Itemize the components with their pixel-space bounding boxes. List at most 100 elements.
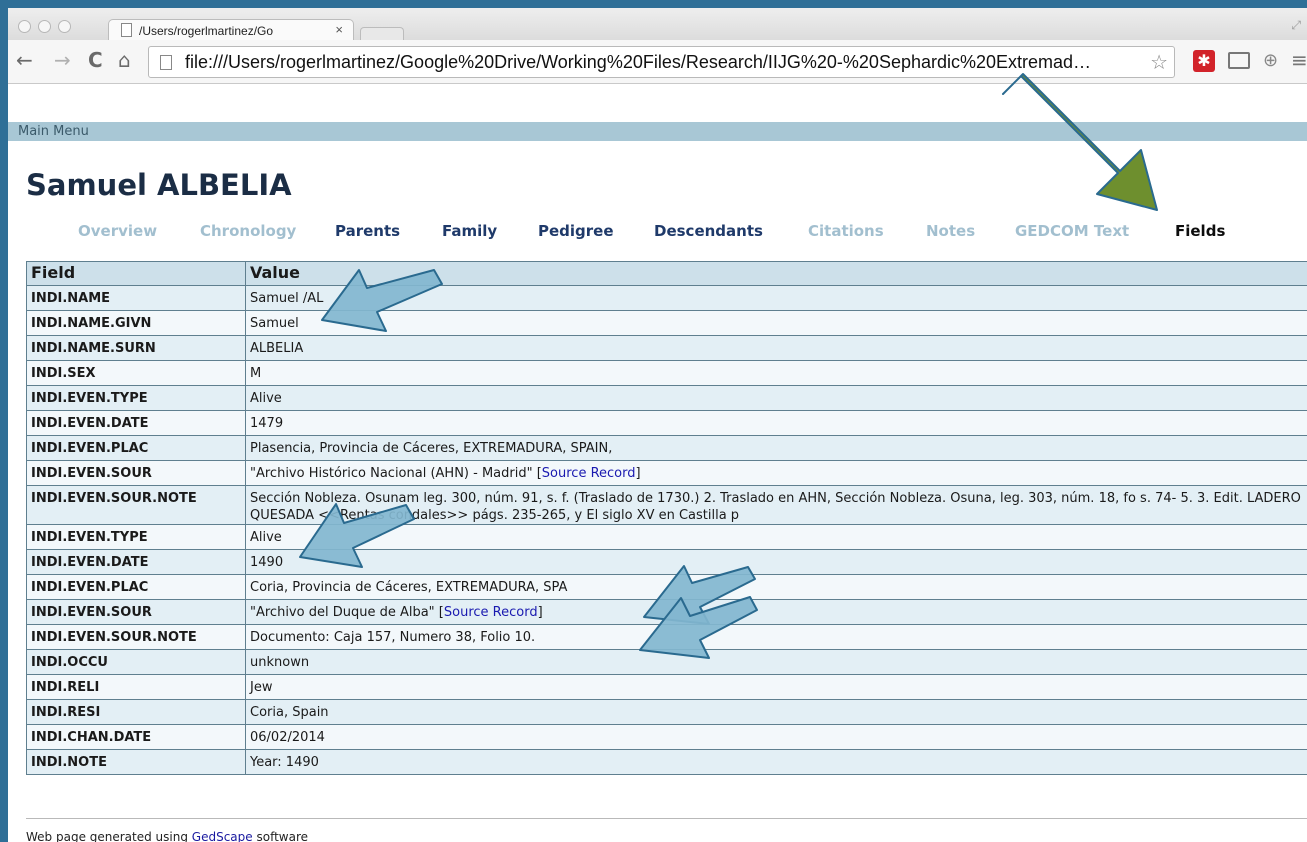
field-name: INDI.EVEN.SOUR — [26, 599, 246, 625]
footer-prefix: Web page generated using — [26, 830, 192, 842]
table-row: INDI.EVEN.SOUR "Archivo Histórico Naciona… — [26, 460, 1307, 486]
footer-divider — [26, 818, 1307, 819]
field-name: INDI.SEX — [26, 360, 246, 386]
browser-toolbar: ← → C ⌂ file:///Users/rogerlmartinez/Goo… — [8, 40, 1307, 84]
bookmark-star-icon[interactable]: ☆ — [1150, 50, 1168, 74]
field-value: "Archivo Histórico Nacional (AHN) - Madr… — [245, 460, 1307, 486]
zoom-window-button[interactable] — [58, 20, 71, 33]
table-row: INDI.NOTE Year: 1490 — [26, 749, 1307, 775]
field-value: Samuel — [245, 310, 1307, 336]
tab-fields: Fields — [1175, 222, 1226, 240]
field-name: INDI.EVEN.PLAC — [26, 574, 246, 600]
menu-icon[interactable]: ≡ — [1291, 48, 1307, 72]
source-text: "Archivo Histórico Nacional (AHN) - Madr… — [250, 466, 542, 481]
tab-close-icon[interactable]: × — [335, 22, 343, 37]
document-icon — [121, 23, 132, 37]
source-record-link[interactable]: Source Record — [444, 605, 538, 620]
browser-window: /Users/rogerlmartinez/Go × ⤢ ← → C ⌂ fil… — [8, 8, 1307, 842]
field-name: INDI.OCCU — [26, 649, 246, 675]
column-header-value: Value — [245, 261, 1307, 286]
field-value: Samuel /AL — [245, 285, 1307, 311]
tab-pedigree[interactable]: Pedigree — [538, 222, 614, 240]
field-value: ALBELIA — [245, 335, 1307, 361]
field-value: Coria, Spain — [245, 699, 1307, 725]
cast-icon[interactable] — [1228, 52, 1250, 69]
tab-title: /Users/rogerlmartinez/Go — [139, 24, 274, 38]
field-name: INDI.EVEN.DATE — [26, 410, 246, 436]
page-footer: Web page generated using GedScape softwa… — [26, 830, 308, 842]
pocket-icon[interactable]: ⊕ — [1263, 50, 1278, 71]
new-tab-button[interactable] — [360, 27, 404, 41]
table-row: INDI.EVEN.PLAC Coria, Provincia de Cácere… — [26, 574, 1307, 600]
table-header-row: Field Value — [26, 261, 1307, 286]
address-bar[interactable]: file:///Users/rogerlmartinez/Google%20Dr… — [148, 46, 1175, 78]
table-row: INDI.CHAN.DATE 06/02/2014 — [26, 724, 1307, 750]
field-name: INDI.RELI — [26, 674, 246, 700]
field-name: INDI.RESI — [26, 699, 246, 725]
table-row: INDI.EVEN.DATE 1479 — [26, 410, 1307, 436]
table-row: INDI.EVEN.TYPE Alive — [26, 385, 1307, 411]
home-button[interactable]: ⌂ — [118, 50, 131, 70]
reload-button[interactable]: C — [88, 50, 103, 70]
footer-suffix: software — [252, 830, 309, 842]
page-title: Samuel ALBELIA — [26, 168, 292, 202]
field-value: Alive — [245, 524, 1307, 550]
field-name: INDI.EVEN.TYPE — [26, 385, 246, 411]
field-value: "Archivo del Duque de Alba" [Source Reco… — [245, 599, 1307, 625]
tab-chronology: Chronology — [200, 222, 297, 240]
table-row: INDI.EVEN.DATE 1490 — [26, 549, 1307, 575]
field-value: 06/02/2014 — [245, 724, 1307, 750]
minimize-window-button[interactable] — [38, 20, 51, 33]
record-tabs: Overview Chronology Parents Family Pedig… — [8, 222, 1307, 244]
page-content: Main Menu Samuel ALBELIA Overview Chrono… — [8, 84, 1307, 842]
field-value: Documento: Caja 157, Numero 38, Folio 10… — [245, 624, 1307, 650]
table-row: INDI.NAME.GIVN Samuel — [26, 310, 1307, 336]
field-name: INDI.EVEN.PLAC — [26, 435, 246, 461]
address-url[interactable]: file:///Users/rogerlmartinez/Google%20Dr… — [185, 52, 1135, 73]
tab-citations: Citations — [808, 222, 884, 240]
gedscape-link[interactable]: GedScape — [192, 830, 253, 842]
field-value: M — [245, 360, 1307, 386]
table-row: INDI.EVEN.SOUR.NOTE Sección Nobleza. Osun… — [26, 485, 1307, 525]
table-row: INDI.EVEN.PLAC Plasencia, Provincia de Cá… — [26, 435, 1307, 461]
extension-red-icon[interactable]: ✱ — [1193, 50, 1215, 72]
browser-tab[interactable]: /Users/rogerlmartinez/Go × — [108, 19, 354, 41]
source-record-link[interactable]: Source Record — [542, 466, 636, 481]
field-value: Coria, Provincia de Cáceres, EXTREMADURA… — [245, 574, 1307, 600]
source-text: "Archivo del Duque de Alba" [ — [250, 605, 444, 620]
back-button[interactable]: ← — [16, 50, 33, 70]
table-row: INDI.EVEN.TYPE Alive — [26, 524, 1307, 550]
tab-notes: Notes — [926, 222, 976, 240]
field-name: INDI.NAME.SURN — [26, 335, 246, 361]
field-value: Plasencia, Provincia de Cáceres, EXTREMA… — [245, 435, 1307, 461]
bracket: ] — [635, 466, 641, 481]
table-row: INDI.RESI Coria, Spain — [26, 699, 1307, 725]
forward-button[interactable]: → — [54, 50, 71, 70]
main-menu-bar[interactable]: Main Menu — [8, 122, 1307, 141]
field-value: Jew — [245, 674, 1307, 700]
fullscreen-icon[interactable]: ⤢ — [1291, 18, 1301, 33]
field-name: INDI.EVEN.SOUR.NOTE — [26, 624, 246, 650]
tab-family[interactable]: Family — [442, 222, 497, 240]
field-name: INDI.NOTE — [26, 749, 246, 775]
table-row: INDI.EVEN.SOUR "Archivo del Duque de Alba… — [26, 599, 1307, 625]
field-name: INDI.CHAN.DATE — [26, 724, 246, 750]
tab-descendants[interactable]: Descendants — [654, 222, 763, 240]
tab-parents[interactable]: Parents — [335, 222, 400, 240]
field-value: unknown — [245, 649, 1307, 675]
table-row: INDI.NAME.SURN ALBELIA — [26, 335, 1307, 361]
field-name: INDI.NAME — [26, 285, 246, 311]
field-name: INDI.EVEN.DATE — [26, 549, 246, 575]
tab-strip: /Users/rogerlmartinez/Go × ⤢ — [8, 8, 1307, 41]
field-value: Sección Nobleza. Osunam leg. 300, núm. 9… — [245, 485, 1307, 525]
field-value: Year: 1490 — [245, 749, 1307, 775]
column-header-field: Field — [26, 261, 246, 286]
table-row: INDI.NAME Samuel /AL — [26, 285, 1307, 311]
table-row: INDI.SEX M — [26, 360, 1307, 386]
field-name: INDI.NAME.GIVN — [26, 310, 246, 336]
table-row: INDI.OCCU unknown — [26, 649, 1307, 675]
close-window-button[interactable] — [18, 20, 31, 33]
field-value: 1479 — [245, 410, 1307, 436]
field-name: INDI.EVEN.TYPE — [26, 524, 246, 550]
bracket: ] — [537, 605, 543, 620]
